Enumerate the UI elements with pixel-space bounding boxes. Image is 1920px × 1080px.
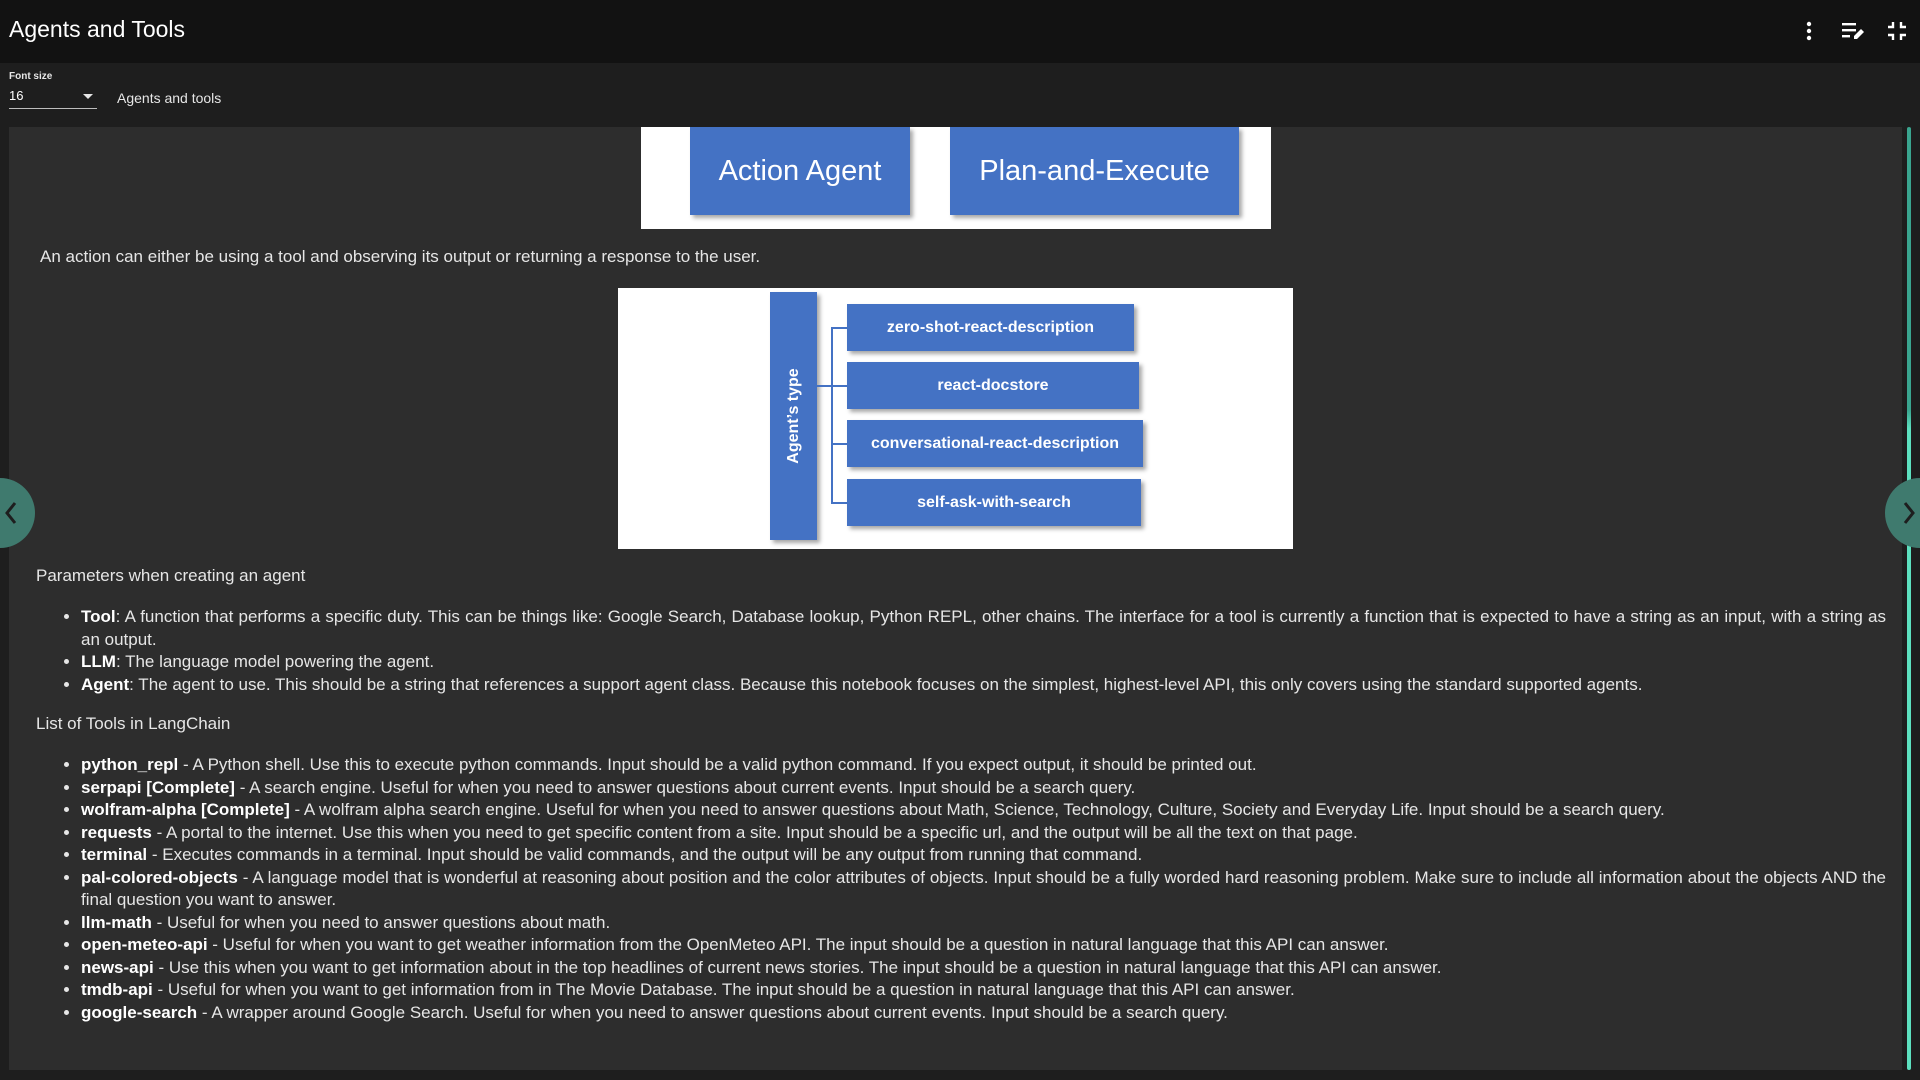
item-term: tmdb-api	[81, 980, 153, 999]
list-item: google-search - A wrapper around Google …	[81, 1002, 1886, 1025]
edit-list-icon[interactable]	[1838, 14, 1868, 48]
agent-type-bar: Agent’s type	[770, 292, 817, 540]
item-text: - A wrapper around Google Search. Useful…	[197, 1002, 1228, 1022]
slide-content[interactable]: Action Agent Plan-and-Execute An action …	[9, 127, 1902, 1070]
params-section: Parameters when creating an agent Tool: …	[36, 566, 1886, 696]
list-item: llm-math - Useful for when you need to a…	[81, 912, 1886, 935]
item-term: pal-colored-objects	[81, 867, 238, 887]
item-term: serpapi [Complete]	[81, 777, 235, 797]
item-text: - Useful for when you want to get weathe…	[207, 935, 1389, 954]
agent-types-diagram: Agent’s type zero-shot-react-description…	[618, 288, 1293, 549]
item-term: LLM	[81, 652, 116, 671]
tools-list: python_repl - A Python shell. Use this t…	[36, 754, 1886, 1024]
connector-line	[817, 385, 847, 387]
params-list: Tool: A function that performs a specifi…	[36, 606, 1886, 696]
list-item: news-api - Use this when you want to get…	[81, 957, 1886, 980]
list-item: Agent: The agent to use. This should be …	[81, 674, 1886, 697]
list-item: pal-colored-objects - A language model t…	[81, 867, 1886, 912]
item-text: : The language model powering the agent.	[115, 652, 435, 671]
document-name: Agents and tools	[117, 90, 222, 106]
item-term: wolfram-alpha [Complete]	[81, 800, 290, 819]
diagram-box-action-agent: Action Agent	[690, 127, 910, 215]
agent-type-box: react-docstore	[847, 362, 1139, 409]
item-text: - Useful for when you need to answer que…	[151, 912, 611, 932]
item-text: : A function that performs a specific du…	[81, 607, 1886, 649]
item-text: - Use this when you want to get informat…	[153, 957, 1442, 977]
item-text: - A language model that is wonderful at …	[81, 867, 1886, 910]
params-title: Parameters when creating an agent	[36, 566, 306, 585]
tools-section: List of Tools in LangChain python_repl -…	[36, 714, 1886, 1024]
list-item: LLM: The language model powering the age…	[81, 651, 1886, 674]
item-term: Tool	[81, 607, 116, 626]
item-term: requests	[81, 822, 152, 842]
chevron-right-icon	[1903, 502, 1915, 524]
font-size-label: Font size	[9, 71, 53, 82]
agent-type-box: zero-shot-react-description	[847, 304, 1134, 351]
connector-line	[831, 327, 847, 329]
vertical-scrollbar[interactable]	[1907, 127, 1911, 1070]
agent-type-box: conversational-react-description	[847, 420, 1143, 467]
item-term: open-meteo-api	[81, 935, 208, 954]
list-item: serpapi [Complete] - A search engine. Us…	[81, 777, 1886, 800]
item-text: - Executes commands in a terminal. Input…	[147, 845, 1143, 864]
item-term: news-api	[81, 957, 154, 977]
fullscreen-exit-icon[interactable]	[1882, 14, 1912, 48]
agent-kinds-diagram: Action Agent Plan-and-Execute	[641, 127, 1271, 229]
item-text: - Useful for when you want to get inform…	[152, 980, 1295, 999]
agent-type-box: self-ask-with-search	[847, 479, 1141, 526]
connector-line	[831, 502, 847, 504]
agent-type-bar-label: Agent’s type	[784, 368, 802, 464]
item-term: google-search	[81, 1002, 198, 1022]
item-term: python_repl	[81, 755, 179, 774]
connector-line	[831, 443, 847, 445]
item-term: llm-math	[81, 912, 152, 932]
app-title: Agents and Tools	[9, 16, 186, 42]
chevron-down-icon	[83, 94, 93, 99]
more-vert-icon[interactable]	[1794, 14, 1824, 48]
next-slide-button[interactable]	[1885, 478, 1920, 548]
diagram-box-plan-execute: Plan-and-Execute	[950, 127, 1239, 215]
previous-slide-button[interactable]	[0, 478, 35, 548]
list-item: tmdb-api - Useful for when you want to g…	[81, 979, 1886, 1002]
header-actions	[1794, 14, 1912, 48]
item-text: - A Python shell. Use this to execute py…	[178, 755, 1257, 774]
list-item: python_repl - A Python shell. Use this t…	[81, 754, 1886, 777]
chevron-left-icon	[5, 502, 17, 524]
font-size-select[interactable]: 16	[9, 85, 97, 109]
connector-line	[831, 327, 833, 503]
item-text: - A wolfram alpha search engine. Useful …	[289, 800, 1665, 819]
item-term: Agent	[81, 674, 130, 694]
toolbar: Font size 16 Agents and tools	[0, 63, 1920, 127]
item-text: - A search engine. Useful for when you n…	[234, 777, 1136, 797]
list-item: wolfram-alpha [Complete] - A wolfram alp…	[81, 799, 1886, 822]
item-term: terminal	[81, 845, 148, 864]
list-item: open-meteo-api - Useful for when you wan…	[81, 934, 1886, 957]
tools-title: List of Tools in LangChain	[36, 714, 231, 733]
list-item: terminal - Executes commands in a termin…	[81, 844, 1886, 867]
item-text: - A portal to the internet. Use this whe…	[151, 822, 1358, 842]
app-header: Agents and Tools	[0, 0, 1920, 63]
list-item: requests - A portal to the internet. Use…	[81, 822, 1886, 845]
action-description: An action can either be using a tool and…	[40, 247, 761, 266]
item-text: : The agent to use. This should be a str…	[129, 674, 1643, 694]
font-size-value: 16	[9, 88, 24, 103]
list-item: Tool: A function that performs a specifi…	[81, 606, 1886, 651]
